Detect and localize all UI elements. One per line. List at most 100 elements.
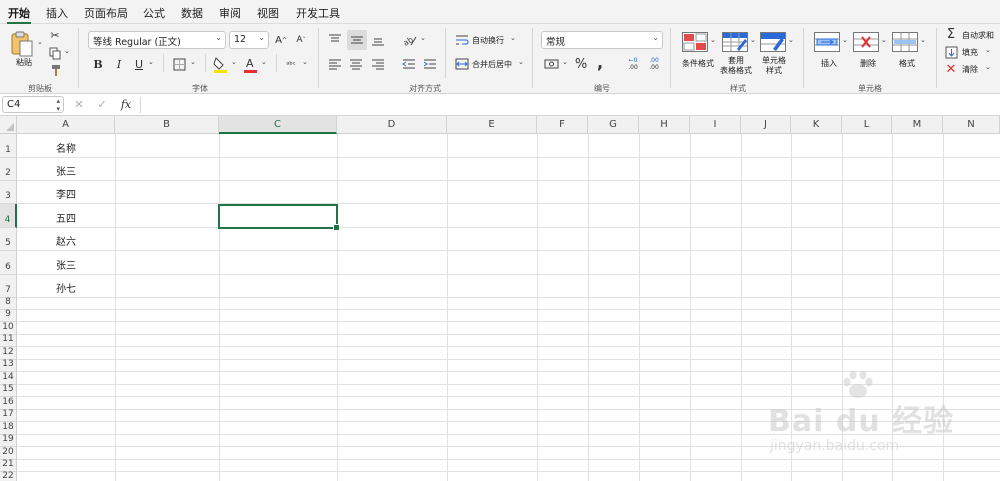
- column-header-m[interactable]: M: [892, 116, 943, 134]
- cell-a6[interactable]: 张三: [17, 257, 115, 272]
- fill-down-icon[interactable]: [944, 45, 958, 59]
- row-header-9[interactable]: 9: [0, 309, 17, 322]
- column-header-d[interactable]: D: [337, 116, 447, 134]
- wrap-text-button[interactable]: 自动换行: [472, 35, 504, 46]
- number-format-select[interactable]: 常规 ⌄: [541, 31, 663, 49]
- delete-dropdown-chevron-icon[interactable]: ⌄: [881, 36, 887, 44]
- wrap-text-icon[interactable]: [454, 32, 470, 48]
- tab-page-layout[interactable]: 页面布局: [84, 5, 128, 21]
- align-left-icon[interactable]: [326, 56, 344, 72]
- accounting-format-icon[interactable]: [543, 56, 559, 72]
- formula-input[interactable]: [146, 97, 996, 113]
- font-name-select[interactable]: 等线 Regular (正文) ⌄: [88, 31, 226, 49]
- format-painter-brush-icon[interactable]: [47, 63, 63, 77]
- conditional-formatting-button[interactable]: 条件格式: [676, 59, 720, 69]
- table-format-dropdown-chevron-icon[interactable]: ⌄: [750, 36, 756, 44]
- orientation-dropdown-chevron-icon[interactable]: ⌄: [420, 34, 426, 42]
- column-header-a[interactable]: A: [17, 116, 115, 134]
- row-header-19[interactable]: 19: [0, 434, 17, 447]
- fill-dropdown-chevron-icon[interactable]: ⌄: [985, 46, 991, 54]
- phonetic-dropdown-chevron-icon[interactable]: ⌄: [302, 58, 308, 66]
- tab-review[interactable]: 审阅: [219, 5, 241, 21]
- increase-font-size-icon[interactable]: A ^: [274, 32, 288, 48]
- autosum-button[interactable]: 自动求和: [962, 30, 994, 41]
- insert-cells-button[interactable]: 插入: [814, 59, 844, 69]
- comma-style-button[interactable]: ,: [594, 53, 606, 72]
- cell-styles-dropdown-chevron-icon[interactable]: ⌄: [788, 36, 794, 44]
- column-header-l[interactable]: L: [842, 116, 892, 134]
- font-color-icon[interactable]: A: [242, 55, 258, 73]
- conditional-dropdown-chevron-icon[interactable]: ⌄: [710, 36, 716, 44]
- row-header-17[interactable]: 17: [0, 409, 17, 422]
- align-bottom-icon[interactable]: [369, 32, 387, 48]
- select-all-button[interactable]: [0, 116, 17, 134]
- row-header-13[interactable]: 13: [0, 359, 17, 372]
- row-header-3[interactable]: 3: [0, 181, 17, 204]
- cell-a1[interactable]: 名称: [17, 140, 115, 155]
- row-header-2[interactable]: 2: [0, 158, 17, 181]
- insert-cells-icon[interactable]: [814, 32, 840, 52]
- fill-color-dropdown-chevron-icon[interactable]: ⌄: [231, 58, 237, 66]
- borders-icon[interactable]: [171, 56, 187, 72]
- tab-formulas[interactable]: 公式: [143, 5, 165, 21]
- cell-styles-icon[interactable]: [760, 32, 786, 52]
- cell-a7[interactable]: 孙七: [17, 280, 115, 295]
- format-dropdown-chevron-icon[interactable]: ⌄: [920, 36, 926, 44]
- align-top-icon[interactable]: [326, 32, 344, 48]
- column-header-j[interactable]: J: [741, 116, 791, 134]
- align-middle-icon[interactable]: [347, 30, 367, 50]
- row-header-22[interactable]: 22: [0, 471, 17, 481]
- insert-function-fx-icon[interactable]: fx: [118, 97, 134, 112]
- selected-cell-c4[interactable]: [218, 204, 340, 231]
- underline-button[interactable]: U: [132, 56, 146, 72]
- clear-dropdown-chevron-icon[interactable]: ⌄: [985, 63, 991, 71]
- row-header-5[interactable]: 5: [0, 228, 17, 251]
- wrap-text-dropdown-chevron-icon[interactable]: ⌄: [510, 34, 516, 42]
- fill-color-bucket-icon[interactable]: [212, 55, 228, 73]
- row-header-4[interactable]: 4: [0, 204, 17, 228]
- format-cells-icon[interactable]: [892, 32, 918, 52]
- paste-button[interactable]: [8, 29, 36, 59]
- clear-x-icon[interactable]: ✕: [944, 62, 958, 77]
- percent-style-button[interactable]: %: [573, 55, 589, 73]
- tab-insert[interactable]: 插入: [46, 5, 68, 21]
- tab-view[interactable]: 视图: [257, 5, 279, 21]
- column-header-e[interactable]: E: [447, 116, 537, 134]
- row-header-11[interactable]: 11: [0, 334, 17, 347]
- font-color-dropdown-chevron-icon[interactable]: ⌄: [261, 58, 267, 66]
- column-header-c[interactable]: C: [219, 116, 337, 134]
- merge-center-icon[interactable]: [454, 56, 470, 72]
- align-center-icon[interactable]: [347, 56, 365, 72]
- align-right-icon[interactable]: [369, 56, 387, 72]
- bold-button[interactable]: B: [91, 56, 105, 72]
- row-header-1[interactable]: 1: [0, 134, 17, 158]
- tab-data[interactable]: 数据: [181, 5, 203, 21]
- accounting-dropdown-chevron-icon[interactable]: ⌄: [562, 58, 568, 66]
- cell-a2[interactable]: 张三: [17, 163, 115, 178]
- cell-a4[interactable]: 五四: [17, 210, 115, 225]
- tab-home[interactable]: 开始: [7, 5, 31, 24]
- row-header-6[interactable]: 6: [0, 251, 17, 275]
- name-box[interactable]: C4 ▴ ▾: [2, 96, 64, 113]
- column-header-i[interactable]: I: [690, 116, 741, 134]
- paste-dropdown-chevron-icon[interactable]: ⌄: [37, 38, 43, 46]
- decrease-indent-icon[interactable]: [400, 56, 418, 72]
- decrease-font-size-icon[interactable]: Aˇ: [294, 32, 308, 48]
- format-as-table-button[interactable]: 套用 表格格式: [717, 56, 755, 76]
- font-size-select[interactable]: 12 ⌄: [229, 31, 269, 49]
- spreadsheet-grid[interactable]: A B C D E F G H I J K L M N 1 2 3 4 5 6 …: [0, 116, 1000, 481]
- clear-button[interactable]: 清除: [962, 64, 978, 75]
- italic-button[interactable]: I: [112, 56, 126, 72]
- conditional-formatting-icon[interactable]: [682, 32, 708, 52]
- tab-developer[interactable]: 开发工具: [296, 5, 340, 21]
- cell-styles-button[interactable]: 单元格 样式: [757, 56, 791, 76]
- column-header-n[interactable]: N: [943, 116, 1000, 134]
- format-as-table-icon[interactable]: [722, 32, 748, 52]
- cut-scissors-icon[interactable]: ✂: [47, 28, 63, 42]
- underline-dropdown-chevron-icon[interactable]: ⌄: [148, 58, 154, 66]
- column-header-k[interactable]: K: [791, 116, 842, 134]
- cancel-x-icon[interactable]: ✕: [72, 97, 86, 112]
- row-header-15[interactable]: 15: [0, 384, 17, 397]
- column-header-b[interactable]: B: [115, 116, 219, 134]
- column-header-f[interactable]: F: [537, 116, 588, 134]
